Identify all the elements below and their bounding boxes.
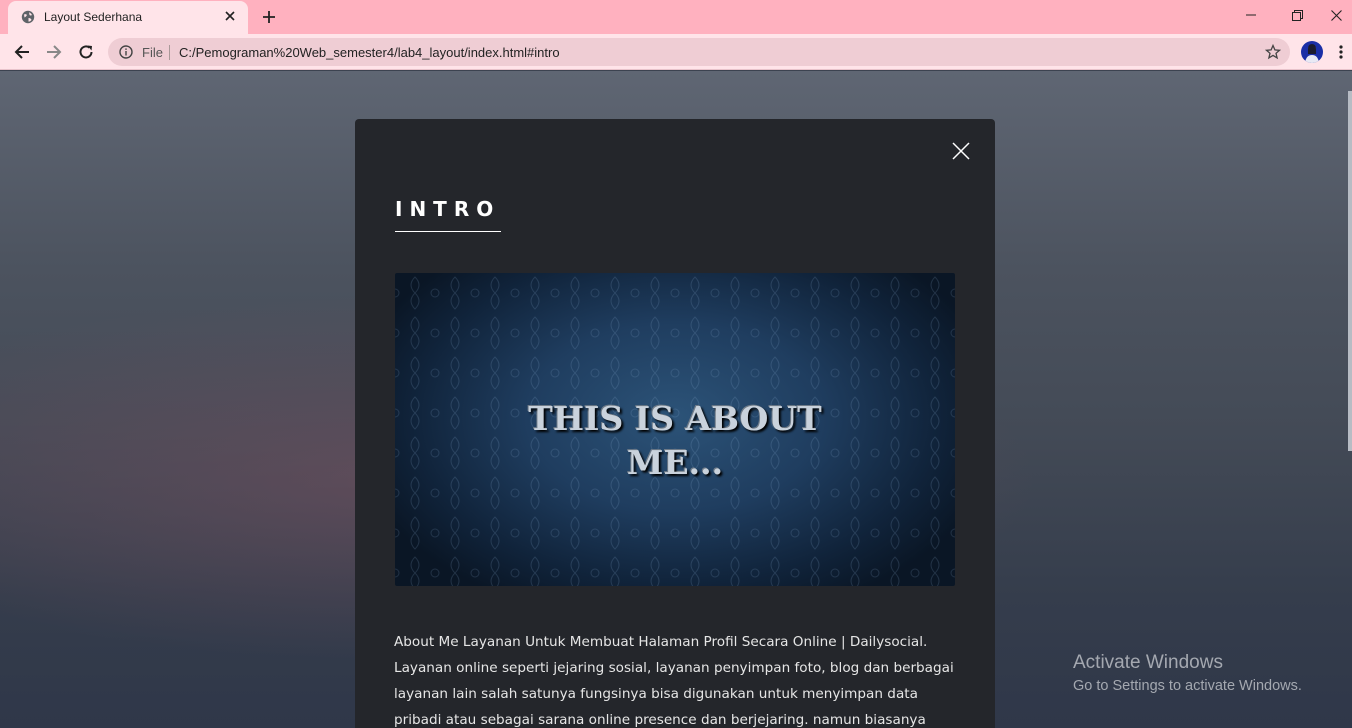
image-caption-line: THIS IS ABOUT [528,399,822,438]
reload-button[interactable] [73,39,99,65]
watermark-subtitle: Go to Settings to activate Windows. [1073,678,1302,694]
restore-button[interactable] [1274,0,1320,30]
info-icon[interactable] [119,45,133,59]
person-icon [1305,44,1319,63]
intro-modal: INTRO THIS IS ABOUT ME... About Me Layan… [355,119,995,728]
about-paragraph: About Me Layanan Untuk Membuat Halaman P… [394,634,954,728]
modal-title: INTRO [395,197,501,221]
browser-titlebar: Layout Sederhana [0,0,1352,34]
image-caption: THIS IS ABOUT ME... [395,397,955,485]
minimize-icon [1246,14,1256,16]
back-arrow-icon [14,45,29,59]
restore-icon [1291,9,1303,21]
profile-avatar[interactable] [1301,41,1323,63]
forward-arrow-icon [47,45,62,59]
url-text[interactable]: C:/Pemograman%20Web_semester4/lab4_layou… [179,45,560,60]
page-viewport: INTRO THIS IS ABOUT ME... About Me Layan… [0,71,1352,728]
scrollbar[interactable] [1348,91,1352,451]
window-close-button[interactable] [1320,0,1352,30]
minimize-button[interactable] [1228,0,1274,30]
title-underline [395,231,501,232]
plus-icon [263,11,275,23]
forward-button[interactable] [41,39,67,65]
close-icon [225,11,235,21]
reload-icon [79,45,93,59]
close-icon [1330,9,1342,21]
address-bar[interactable]: File C:/Pemograman%20Web_semester4/lab4_… [108,38,1290,66]
image-caption-line: ME... [626,443,724,482]
divider [169,45,170,60]
kebab-menu-icon[interactable] [1336,44,1346,60]
browser-toolbar: File C:/Pemograman%20Web_semester4/lab4_… [0,34,1352,70]
watermark-title: Activate Windows [1073,652,1223,673]
intro-image: THIS IS ABOUT ME... [395,273,955,586]
scheme-label: File [142,45,163,60]
tab-title: Layout Sederhana [44,10,143,24]
close-icon[interactable] [951,141,971,161]
new-tab-button[interactable] [259,7,279,27]
activate-windows-watermark: Activate Windows Go to Settings to activ… [1073,651,1302,697]
star-icon[interactable] [1265,44,1281,60]
back-button[interactable] [9,39,35,65]
browser-tab[interactable]: Layout Sederhana [8,1,248,34]
globe-icon [21,10,35,24]
tab-close-button[interactable] [222,8,238,24]
